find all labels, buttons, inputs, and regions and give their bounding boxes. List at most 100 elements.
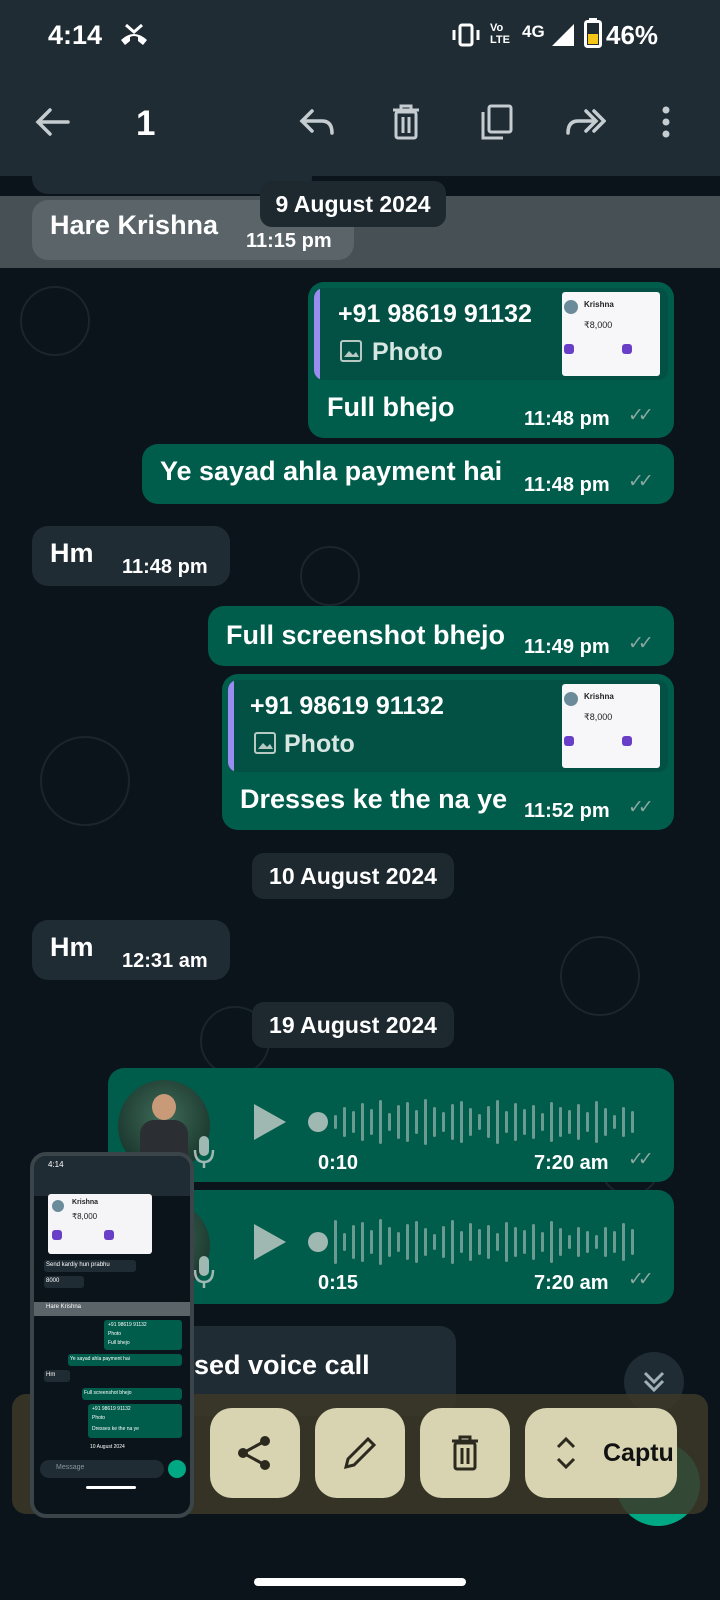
waveform-bar bbox=[370, 1230, 373, 1254]
preview-line: Ye sayad ahla payment hai bbox=[70, 1356, 130, 1362]
play-icon[interactable] bbox=[250, 1222, 290, 1262]
delete-icon[interactable] bbox=[376, 92, 436, 152]
edit-button[interactable] bbox=[315, 1408, 405, 1498]
expand-icon bbox=[556, 1436, 576, 1470]
thumb-amount: ₹8,000 bbox=[584, 320, 613, 330]
waveform-bar bbox=[550, 1221, 553, 1263]
preview-photo-card: Krishna ₹8,000 bbox=[48, 1194, 152, 1254]
date-divider: 9 August 2024 bbox=[260, 181, 446, 227]
message-time: 11:52 pm bbox=[524, 800, 610, 822]
missed-call-icon bbox=[118, 22, 150, 48]
waveform-bar bbox=[487, 1106, 490, 1138]
waveform-bar bbox=[604, 1108, 607, 1136]
more-options-icon[interactable] bbox=[636, 92, 696, 152]
waveform-bars bbox=[334, 1218, 650, 1266]
voice-waveform[interactable] bbox=[308, 1098, 650, 1146]
waveform-bar bbox=[514, 1227, 517, 1257]
battery-level: 46% bbox=[606, 20, 659, 50]
waveform-bar bbox=[415, 1110, 418, 1134]
message-time: 7:20 am bbox=[534, 1272, 609, 1294]
reply-icon[interactable] bbox=[286, 92, 346, 152]
status-time: 4:14 bbox=[48, 20, 103, 50]
preview-line: +91 98619 91132 bbox=[92, 1406, 131, 1412]
preview-line: Photo bbox=[108, 1331, 122, 1337]
voice-duration: 0:15 bbox=[318, 1272, 359, 1294]
read-ticks-icon: ✓✓ bbox=[628, 405, 654, 426]
capture-more-button[interactable]: Captu bbox=[525, 1408, 677, 1498]
waveform-bar bbox=[568, 1110, 571, 1134]
preview-line: Hare Krishna bbox=[46, 1304, 82, 1310]
message-text: Hare Krishna bbox=[50, 210, 219, 240]
message-text: Dresses ke the na ye bbox=[240, 784, 508, 814]
quoted-photo-thumbnail: Krishna ₹8,000 bbox=[562, 684, 660, 768]
voice-duration: 0:10 bbox=[318, 1152, 359, 1174]
waveform-bar bbox=[361, 1222, 364, 1262]
preview-line: 10 August 2024 bbox=[90, 1444, 125, 1450]
message-time: 11:48 pm bbox=[524, 474, 610, 496]
screenshot-preview[interactable]: 4:14 Krishna ₹8,000 Send kardiy hun prab… bbox=[30, 1152, 194, 1518]
playhead[interactable] bbox=[308, 1112, 328, 1132]
waveform-bar bbox=[370, 1109, 373, 1135]
message-text: Ye sayad ahla payment hai bbox=[160, 456, 503, 486]
message-time: 11:49 pm bbox=[524, 636, 610, 658]
message-time: 7:20 am bbox=[534, 1152, 609, 1174]
waveform-bar bbox=[622, 1223, 625, 1261]
waveform-bar bbox=[433, 1234, 436, 1250]
home-gesture-pill[interactable] bbox=[254, 1578, 466, 1586]
back-arrow-icon[interactable] bbox=[22, 92, 82, 152]
waveform-bar bbox=[334, 1115, 337, 1129]
waveform-bar bbox=[586, 1231, 589, 1253]
waveform-bar bbox=[595, 1235, 598, 1249]
waveform-bar bbox=[352, 1225, 355, 1259]
waveform-bar bbox=[442, 1226, 445, 1258]
preview-line: Full screenshot bhejo bbox=[84, 1390, 132, 1396]
playhead[interactable] bbox=[308, 1232, 328, 1252]
waveform-bar bbox=[532, 1105, 535, 1139]
play-icon[interactable] bbox=[250, 1102, 290, 1142]
preview-mic-button bbox=[168, 1460, 186, 1478]
waveform-bar bbox=[550, 1102, 553, 1142]
waveform-bar bbox=[469, 1108, 472, 1136]
vibrate-icon bbox=[452, 22, 480, 48]
voice-waveform[interactable] bbox=[308, 1218, 650, 1266]
waveform-bar bbox=[532, 1224, 535, 1260]
preview-time: 4:14 bbox=[48, 1160, 64, 1169]
quote-accent-bar bbox=[228, 680, 234, 772]
read-ticks-icon: ✓✓ bbox=[628, 1269, 654, 1290]
message-text: Full screenshot bhejo bbox=[226, 620, 506, 650]
forward-icon[interactable] bbox=[556, 92, 616, 152]
quote-sender: +91 98619 91132 bbox=[250, 692, 444, 720]
waveform-bar bbox=[523, 1109, 526, 1135]
double-chevron-down-icon bbox=[643, 1371, 665, 1393]
waveform-bar bbox=[478, 1114, 481, 1130]
message-text: Hm bbox=[50, 932, 94, 962]
preview-amount: ₹8,000 bbox=[72, 1212, 98, 1221]
missed-call-text: sed voice call bbox=[194, 1350, 370, 1380]
thumb-amount: ₹8,000 bbox=[584, 712, 613, 722]
waveform-bar bbox=[406, 1102, 409, 1142]
waveform-bar bbox=[397, 1232, 400, 1252]
message-time: 12:31 am bbox=[122, 950, 208, 972]
signal-icon bbox=[550, 22, 576, 48]
capture-label: Captu bbox=[603, 1438, 674, 1467]
waveform-bar bbox=[343, 1233, 346, 1251]
read-ticks-icon: ✓✓ bbox=[628, 1149, 654, 1170]
share-button[interactable] bbox=[210, 1408, 300, 1498]
selected-count: 1 bbox=[136, 104, 156, 143]
delete-screenshot-button[interactable] bbox=[420, 1408, 510, 1498]
waveform-bar bbox=[487, 1225, 490, 1259]
waveform-bar bbox=[631, 1111, 634, 1133]
thumb-avatar bbox=[564, 300, 578, 314]
preview-name: Krishna bbox=[72, 1199, 99, 1206]
waveform-bar bbox=[379, 1219, 382, 1265]
read-ticks-icon: ✓✓ bbox=[628, 797, 654, 818]
waveform-bar bbox=[496, 1100, 499, 1144]
read-ticks-icon: ✓✓ bbox=[628, 471, 654, 492]
copy-icon[interactable] bbox=[466, 92, 526, 152]
quote-type: Photo bbox=[372, 338, 443, 366]
preview-line: 8000 bbox=[46, 1278, 60, 1284]
preview-line: Send kardiy hun prabhu bbox=[46, 1262, 110, 1268]
thumb-button bbox=[622, 344, 632, 354]
message-text: Hm bbox=[50, 538, 94, 568]
waveform-bar bbox=[388, 1227, 391, 1257]
